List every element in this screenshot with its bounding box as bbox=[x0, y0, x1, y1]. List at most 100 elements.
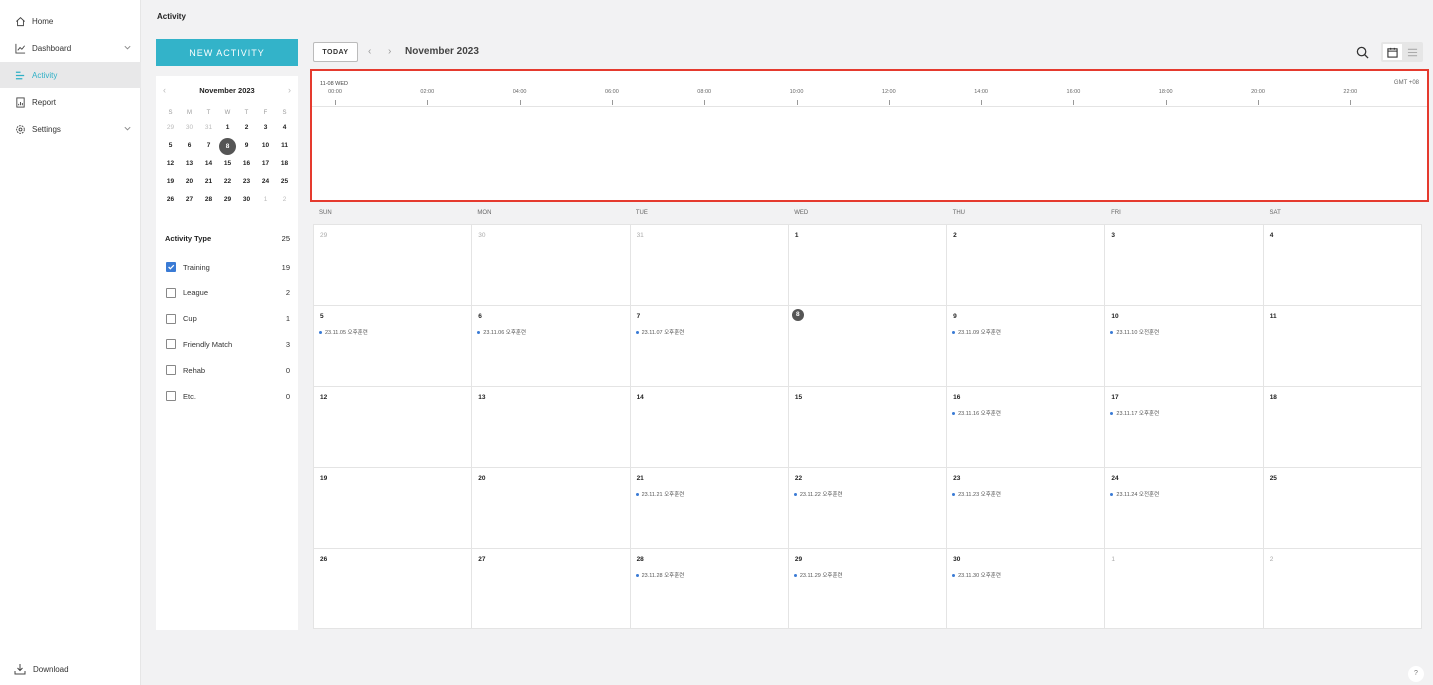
mini-day[interactable]: 2 bbox=[275, 192, 294, 208]
day-cell[interactable]: 4 bbox=[1262, 225, 1422, 305]
chevron-right-icon[interactable]: › bbox=[288, 85, 291, 95]
mini-day[interactable]: 22 bbox=[218, 174, 237, 190]
mini-day[interactable]: 10 bbox=[256, 138, 275, 154]
mini-day[interactable]: 12 bbox=[161, 156, 180, 172]
mini-day[interactable]: 27 bbox=[180, 192, 199, 208]
mini-day[interactable]: 29 bbox=[218, 192, 237, 208]
event-item[interactable]: 23.11.06 오후훈련 bbox=[477, 328, 526, 336]
day-cell[interactable]: 20 bbox=[471, 468, 629, 548]
day-cell[interactable]: 24 23.11.24 오전훈련 bbox=[1104, 468, 1262, 548]
search-icon[interactable] bbox=[1356, 46, 1369, 59]
today-button[interactable]: TODAY bbox=[313, 42, 358, 62]
activity-type-row[interactable]: League 2 bbox=[166, 287, 290, 299]
activity-type-row[interactable]: Rehab 0 bbox=[166, 364, 290, 376]
day-cell[interactable]: 27 bbox=[471, 549, 629, 628]
event-item[interactable]: 23.11.16 오후훈련 bbox=[952, 409, 1001, 417]
activity-type-row[interactable]: Friendly Match 3 bbox=[166, 338, 290, 350]
event-item[interactable]: 23.11.07 오후훈련 bbox=[635, 328, 684, 336]
event-item[interactable]: 23.11.17 오후훈련 bbox=[1110, 409, 1159, 417]
mini-day[interactable]: 17 bbox=[256, 156, 275, 172]
help-button[interactable]: ? bbox=[1408, 666, 1424, 682]
sidebar-item-dashboard[interactable]: Dashboard bbox=[0, 35, 141, 61]
mini-day[interactable]: 7 bbox=[199, 138, 218, 154]
mini-day[interactable]: 2 bbox=[237, 120, 256, 136]
activity-type-checkbox[interactable] bbox=[166, 391, 176, 401]
day-cell[interactable]: 7 23.11.07 오후훈련 bbox=[629, 306, 788, 386]
mini-day[interactable]: 9 bbox=[237, 138, 256, 154]
mini-day[interactable]: 25 bbox=[275, 174, 294, 190]
activity-type-row[interactable]: Etc. 0 bbox=[166, 390, 290, 402]
event-item[interactable]: 23.11.09 오후훈련 bbox=[952, 328, 1001, 336]
chevron-down-icon[interactable] bbox=[123, 124, 132, 133]
sidebar-item-activity[interactable]: Activity bbox=[0, 62, 141, 88]
day-cell[interactable]: 15 bbox=[787, 387, 946, 467]
day-cell[interactable]: 23 23.11.23 오후훈련 bbox=[946, 468, 1104, 548]
mini-day[interactable]: 15 bbox=[218, 156, 237, 172]
event-item[interactable]: 23.11.24 오전훈련 bbox=[1110, 490, 1159, 498]
day-cell[interactable]: 22 23.11.22 오후훈련 bbox=[787, 468, 946, 548]
activity-type-checkbox[interactable] bbox=[166, 365, 176, 376]
mini-day[interactable]: 11 bbox=[275, 138, 294, 154]
day-cell[interactable]: 16 23.11.16 오후훈련 bbox=[946, 387, 1104, 467]
event-item[interactable]: 23.11.30 오후훈련 bbox=[952, 571, 1001, 579]
day-cell[interactable]: 5 23.11.05 오후훈련 bbox=[313, 306, 471, 386]
mini-day[interactable]: 20 bbox=[180, 174, 199, 190]
activity-type-checkbox[interactable] bbox=[166, 339, 176, 350]
mini-day[interactable]: 26 bbox=[161, 192, 180, 208]
day-cell[interactable]: 12 bbox=[313, 387, 471, 467]
day-cell[interactable]: 29 bbox=[313, 225, 471, 305]
event-item[interactable]: 23.11.22 오후훈련 bbox=[793, 490, 843, 498]
day-cell[interactable]: 2 bbox=[1262, 549, 1422, 628]
mini-day[interactable]: 3 bbox=[256, 120, 275, 136]
calendar-view-icon[interactable] bbox=[1383, 44, 1402, 60]
day-cell[interactable]: 1 bbox=[787, 225, 946, 305]
next-month-icon[interactable]: › bbox=[388, 46, 391, 57]
prev-month-icon[interactable]: ‹ bbox=[368, 46, 371, 57]
activity-type-row[interactable]: Training 19 bbox=[166, 261, 290, 273]
day-cell[interactable]: 10 23.11.10 오전훈련 bbox=[1104, 306, 1262, 386]
event-item[interactable]: 23.11.10 오전훈련 bbox=[1110, 328, 1159, 336]
mini-day[interactable]: 18 bbox=[275, 156, 294, 172]
download-button[interactable]: Download bbox=[14, 663, 69, 675]
activity-type-checkbox[interactable] bbox=[166, 287, 176, 298]
mini-day[interactable]: 13 bbox=[180, 156, 199, 172]
mini-day[interactable]: 30 bbox=[237, 192, 256, 208]
day-cell[interactable]: 1 bbox=[1104, 549, 1262, 628]
event-item[interactable]: 23.11.21 오후훈련 bbox=[635, 490, 684, 498]
day-cell[interactable]: 3 bbox=[1104, 225, 1262, 305]
day-cell[interactable]: 13 bbox=[471, 387, 629, 467]
sidebar-item-report[interactable]: Report bbox=[0, 89, 141, 115]
event-item[interactable]: 23.11.29 오후훈련 bbox=[793, 571, 843, 579]
chevron-down-icon[interactable] bbox=[123, 43, 132, 52]
activity-type-row[interactable]: Cup 1 bbox=[166, 313, 290, 325]
day-cell[interactable]: 29 23.11.29 오후훈련 bbox=[787, 549, 946, 628]
mini-day[interactable]: 19 bbox=[161, 174, 180, 190]
mini-day[interactable]: 23 bbox=[237, 174, 256, 190]
sidebar-item-home[interactable]: Home bbox=[0, 8, 141, 34]
mini-day[interactable]: 5 bbox=[161, 138, 180, 154]
mini-day[interactable]: 6 bbox=[180, 138, 199, 154]
day-cell[interactable]: 21 23.11.21 오후훈련 bbox=[629, 468, 788, 548]
activity-type-checkbox[interactable] bbox=[166, 313, 176, 324]
day-cell[interactable]: 6 23.11.06 오후훈련 bbox=[471, 306, 629, 386]
day-cell[interactable]: 2 bbox=[946, 225, 1104, 305]
event-item[interactable]: 23.11.05 오후훈련 bbox=[319, 328, 368, 336]
day-cell[interactable]: 19 bbox=[313, 468, 471, 548]
day-cell[interactable]: 25 bbox=[1262, 468, 1422, 548]
activity-type-checkbox[interactable] bbox=[166, 262, 176, 272]
day-cell[interactable]: 31 bbox=[629, 225, 788, 305]
mini-day[interactable]: 28 bbox=[199, 192, 218, 208]
day-cell[interactable]: 18 bbox=[1262, 387, 1422, 467]
mini-day[interactable]: 30 bbox=[180, 120, 199, 136]
day-cell[interactable]: 9 23.11.09 오후훈련 bbox=[946, 306, 1104, 386]
event-item[interactable]: 23.11.23 오후훈련 bbox=[952, 490, 1001, 498]
mini-day[interactable]: 1 bbox=[218, 120, 237, 136]
sidebar-item-settings[interactable]: Settings bbox=[0, 116, 141, 142]
mini-day[interactable]: 24 bbox=[256, 174, 275, 190]
new-activity-button[interactable]: NEW ACTIVITY bbox=[156, 39, 298, 66]
mini-day[interactable]: 16 bbox=[237, 156, 256, 172]
mini-day[interactable]: 1 bbox=[256, 192, 275, 208]
mini-day[interactable]: 29 bbox=[161, 120, 180, 136]
mini-day[interactable]: 8 bbox=[218, 138, 237, 155]
mini-day[interactable]: 4 bbox=[275, 120, 294, 136]
